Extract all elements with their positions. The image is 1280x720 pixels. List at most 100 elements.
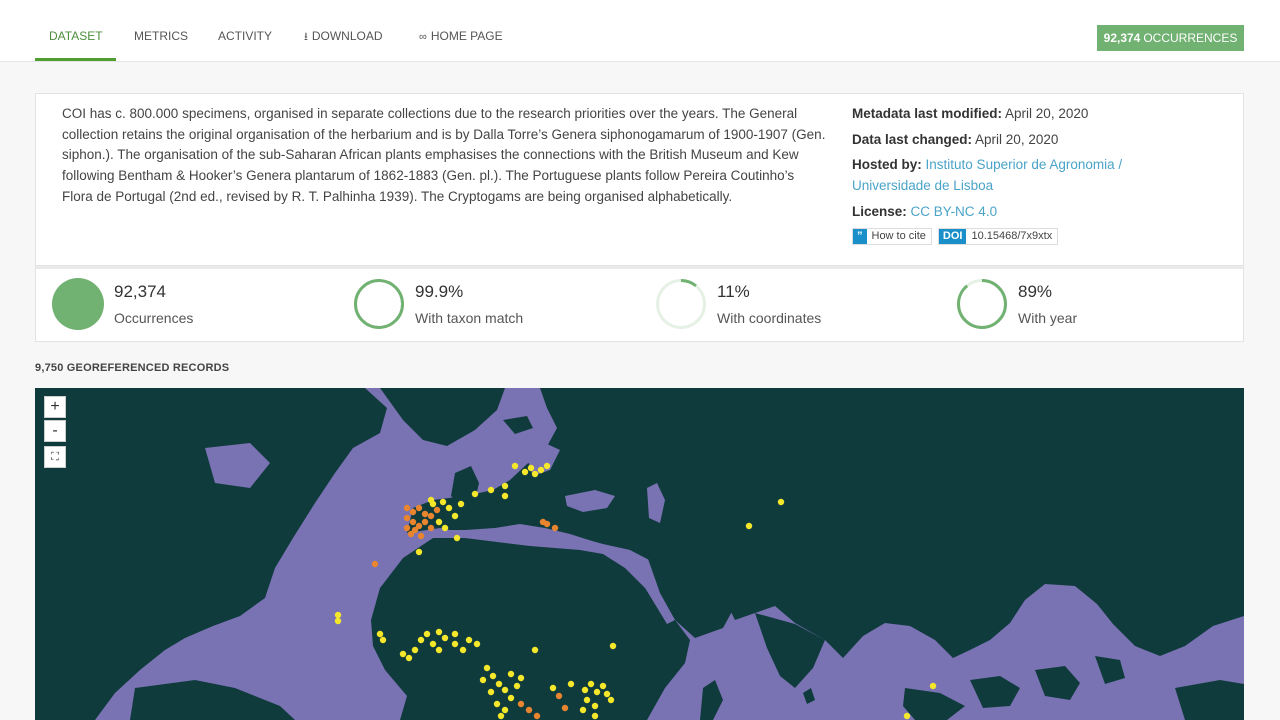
occurrence-marker[interactable] [441, 634, 449, 642]
occurrence-marker[interactable] [479, 676, 487, 684]
occurrence-marker[interactable] [487, 486, 495, 494]
occurrence-marker[interactable] [501, 686, 509, 694]
occurrence-marker[interactable] [495, 680, 503, 688]
occurrence-marker[interactable] [433, 506, 441, 514]
occurrence-marker[interactable] [903, 712, 911, 720]
occurrence-marker[interactable] [501, 482, 509, 490]
occurrence-marker[interactable] [517, 700, 525, 708]
occurrence-marker[interactable] [427, 524, 435, 532]
occurrence-marker[interactable] [376, 630, 384, 638]
occurrence-marker[interactable] [607, 696, 615, 704]
occurrence-marker[interactable] [511, 462, 519, 470]
occurrence-marker[interactable] [427, 512, 435, 520]
occurrence-marker[interactable] [591, 712, 599, 720]
occurrence-marker[interactable] [591, 702, 599, 710]
occurrence-marker[interactable] [409, 508, 417, 516]
occurrence-marker[interactable] [483, 664, 491, 672]
occurrences-button[interactable]: 92,374 OCCURRENCES [1097, 25, 1244, 51]
occurrence-marker[interactable] [423, 630, 431, 638]
occurrence-marker[interactable] [549, 684, 557, 692]
occurrence-marker[interactable] [609, 642, 617, 650]
occurrence-marker[interactable] [501, 706, 509, 714]
occurrence-marker[interactable] [581, 686, 589, 694]
occurrence-marker[interactable] [415, 504, 423, 512]
fullscreen-icon[interactable]: ⛶ [44, 446, 66, 468]
tab-metrics[interactable]: METRICS [134, 0, 188, 62]
occurrence-marker[interactable] [399, 650, 407, 658]
occurrence-marker[interactable] [411, 646, 419, 654]
tab-download[interactable]: ⭳ DOWNLOAD [304, 0, 383, 62]
occurrence-marker[interactable] [521, 468, 529, 476]
license-link[interactable]: CC BY-NC 4.0 [911, 204, 998, 219]
occurrence-marker[interactable] [421, 510, 429, 518]
occurrence-marker[interactable] [587, 680, 595, 688]
occurrence-marker[interactable] [441, 524, 449, 532]
occurrence-marker[interactable] [445, 504, 453, 512]
occurrence-marker[interactable] [567, 680, 575, 688]
occurrence-map[interactable]: + - ⛶ [35, 388, 1244, 720]
occurrence-marker[interactable] [417, 532, 425, 540]
occurrence-marker[interactable] [543, 462, 551, 470]
occurrence-marker[interactable] [507, 670, 515, 678]
occurrence-marker[interactable] [435, 518, 443, 526]
tab-activity[interactable]: ACTIVITY [218, 0, 272, 62]
occurrence-marker[interactable] [421, 518, 429, 526]
occurrence-marker[interactable] [497, 712, 505, 720]
occurrence-marker[interactable] [929, 682, 937, 690]
occurrence-marker[interactable] [487, 688, 495, 696]
how-to-cite-button[interactable]: ” How to cite [852, 227, 932, 245]
occurrence-marker[interactable] [603, 690, 611, 698]
occurrence-marker[interactable] [409, 518, 417, 526]
occurrence-marker[interactable] [405, 654, 413, 662]
occurrence-marker[interactable] [531, 646, 539, 654]
occurrence-marker[interactable] [531, 470, 539, 478]
occurrence-marker[interactable] [537, 466, 545, 474]
occurrence-marker[interactable] [473, 640, 481, 648]
occurrence-marker[interactable] [379, 636, 387, 644]
occurrence-marker[interactable] [439, 498, 447, 506]
occurrence-marker[interactable] [451, 512, 459, 520]
occurrence-marker[interactable] [745, 522, 753, 530]
occurrence-marker[interactable] [579, 706, 587, 714]
occurrence-marker[interactable] [555, 692, 563, 700]
occurrence-marker[interactable] [453, 534, 461, 542]
occurrence-marker[interactable] [451, 640, 459, 648]
occurrence-marker[interactable] [551, 524, 559, 532]
occurrence-marker[interactable] [517, 674, 525, 682]
occurrence-marker[interactable] [599, 682, 607, 690]
occurrence-marker[interactable] [407, 530, 415, 538]
occurrence-marker[interactable] [403, 514, 411, 522]
occurrence-marker[interactable] [435, 628, 443, 636]
occurrence-marker[interactable] [507, 694, 515, 702]
occurrence-marker[interactable] [561, 704, 569, 712]
occurrence-marker[interactable] [543, 520, 551, 528]
occurrence-marker[interactable] [427, 496, 435, 504]
occurrence-marker[interactable] [457, 500, 465, 508]
occurrence-marker[interactable] [583, 696, 591, 704]
occurrence-marker[interactable] [371, 560, 379, 568]
occurrence-marker[interactable] [501, 492, 509, 500]
occurrence-marker[interactable] [465, 636, 473, 644]
occurrence-marker[interactable] [403, 524, 411, 532]
occurrence-marker[interactable] [459, 646, 467, 654]
occurrence-marker[interactable] [429, 640, 437, 648]
occurrence-marker[interactable] [435, 646, 443, 654]
doi-badge[interactable]: DOI 10.15468/7x9xtx [937, 227, 1059, 245]
occurrence-marker[interactable] [334, 617, 342, 625]
occurrence-marker[interactable] [525, 706, 533, 714]
occurrence-marker[interactable] [533, 712, 541, 720]
tab-home-page[interactable]: ∞ HOME PAGE [419, 0, 503, 62]
zoom-in-button[interactable]: + [44, 396, 66, 418]
occurrence-marker[interactable] [417, 636, 425, 644]
occurrence-marker[interactable] [471, 490, 479, 498]
occurrence-marker[interactable] [489, 672, 497, 680]
zoom-out-button[interactable]: - [44, 420, 66, 442]
occurrence-marker[interactable] [593, 688, 601, 696]
occurrence-marker[interactable] [334, 611, 342, 619]
occurrence-marker[interactable] [777, 498, 785, 506]
occurrence-marker[interactable] [493, 700, 501, 708]
tab-dataset[interactable]: DATASET [49, 0, 103, 62]
occurrence-marker[interactable] [403, 504, 411, 512]
occurrence-marker[interactable] [513, 682, 521, 690]
occurrence-marker[interactable] [451, 630, 459, 638]
